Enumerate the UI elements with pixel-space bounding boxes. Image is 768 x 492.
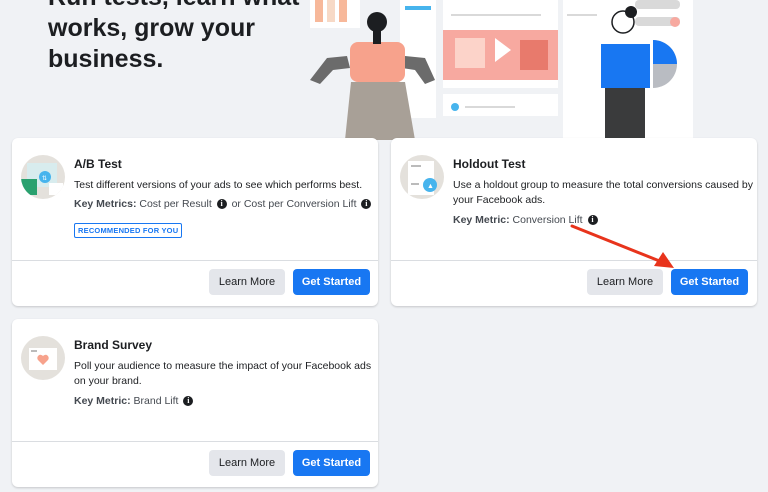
brand-survey-description-line1: Poll your audience to measure the impact… [74, 360, 372, 372]
brand-survey-metric-value: Brand Lift [133, 395, 179, 407]
info-icon[interactable]: i [183, 396, 194, 406]
ab-test-metric-label: Key Metrics: [74, 198, 137, 210]
ab-test-metric-value: Cost per Result [139, 198, 212, 210]
ab-test-footer: Learn More Get Started [12, 260, 378, 306]
brand-survey-get-started-button[interactable]: Get Started [293, 450, 370, 476]
holdout-test-description-line1: Use a holdout group to measure the total… [453, 179, 754, 191]
svg-text:▲: ▲ [427, 183, 434, 190]
red-arrow-annotation [570, 224, 674, 268]
brand-survey-thumbnail [21, 336, 65, 380]
brand-survey-metrics: Key Metric: Brand Lift i [74, 395, 195, 407]
holdout-test-metric-label: Key Metric: [453, 214, 510, 226]
holdout-test-description: Use a holdout group to measure the total… [453, 178, 753, 208]
holdout-test-description-line2: your Facebook ads. [453, 194, 546, 206]
ab-test-title: A/B Test [74, 157, 122, 171]
brand-survey-title: Brand Survey [74, 338, 153, 352]
ab-test-card: ⇅ A/B Test Test different versions of yo… [12, 138, 378, 306]
info-icon[interactable]: i [361, 199, 372, 209]
brand-survey-description: Poll your audience to measure the impact… [74, 359, 371, 389]
ab-test-get-started-button[interactable]: Get Started [293, 269, 370, 295]
hero-title: Run tests, learn what works, grow your b… [48, 0, 299, 73]
holdout-test-thumbnail: ▲ [400, 155, 444, 199]
holdout-test-title: Holdout Test [453, 157, 526, 171]
brand-survey-learn-more-button[interactable]: Learn More [209, 450, 285, 476]
ab-test-learn-more-button[interactable]: Learn More [209, 269, 285, 295]
svg-text:⇅: ⇅ [42, 176, 47, 182]
ab-test-thumbnail: ⇅ [21, 155, 65, 199]
hero-illustration [305, 0, 695, 140]
brand-survey-card: Brand Survey Poll your audience to measu… [12, 319, 378, 487]
brand-survey-metric-label: Key Metric: [74, 395, 131, 407]
ab-test-metric-alt: or Cost per Conversion Lift [231, 198, 357, 210]
recommended-badge: RECOMMENDED FOR YOU [74, 220, 183, 238]
recommended-badge-label: RECOMMENDED FOR YOU [74, 223, 183, 238]
ab-test-description: Test different versions of your ads to s… [74, 179, 363, 191]
brand-survey-footer: Learn More Get Started [12, 441, 378, 487]
brand-survey-description-line2: on your brand. [74, 375, 142, 387]
ab-test-metrics: Key Metrics: Cost per Result i or Cost p… [74, 198, 373, 210]
info-icon[interactable]: i [216, 199, 227, 209]
